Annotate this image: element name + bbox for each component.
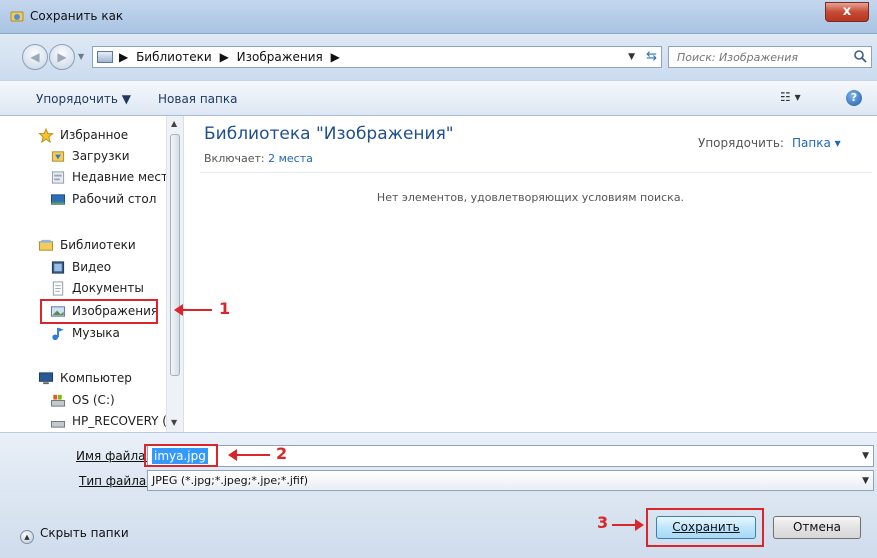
- view-options-icon[interactable]: ☷ ▾: [780, 90, 801, 104]
- search-input[interactable]: [669, 47, 839, 67]
- new-folder-button[interactable]: Новая папка: [158, 92, 237, 106]
- music-icon: [52, 327, 64, 341]
- highlight-pictures-box: [40, 299, 158, 324]
- nav-label: OS (C:): [72, 393, 115, 407]
- nav-label: Документы: [72, 281, 144, 295]
- organize-menu[interactable]: Упорядочить ▼: [36, 92, 131, 106]
- library-title: Библиотека "Изображения": [204, 124, 454, 144]
- hide-folders-label: Скрыть папки: [40, 526, 129, 540]
- documents-icon: [52, 281, 64, 296]
- computer-icon: [38, 372, 54, 385]
- scroll-down-icon[interactable]: ▼: [171, 418, 177, 427]
- breadcrumb-separator-icon[interactable]: ▶: [331, 50, 340, 64]
- filetype-dropdown-icon[interactable]: ▼: [862, 476, 869, 486]
- nav-label: Библиотеки: [60, 238, 136, 252]
- libraries-icon: [38, 239, 54, 251]
- search-field[interactable]: [668, 46, 872, 68]
- command-toolbar: Упорядочить ▼ Новая папка ☷ ▾ ?: [0, 80, 877, 116]
- collapse-up-icon: ▲: [20, 530, 34, 544]
- window-title: Сохранить как: [30, 9, 124, 23]
- filetype-value: JPEG (*.jpg;*.jpeg;*.jpe;*.jfif): [152, 474, 309, 487]
- filename-input[interactable]: imya.jpg ▼: [147, 445, 874, 467]
- divider: [200, 172, 872, 173]
- includes-locations-link[interactable]: 2 места: [268, 152, 313, 165]
- nav-label: Загрузки: [72, 149, 130, 163]
- highlight-save-box: [646, 508, 764, 547]
- library-includes: Включает: 2 места: [204, 152, 313, 165]
- hide-folders-button[interactable]: ▲ Скрыть папки: [20, 526, 129, 544]
- file-list-area[interactable]: Библиотека "Изображения" Включает: 2 мес…: [184, 116, 877, 432]
- navigation-scrollbar[interactable]: ▲ ▼: [166, 116, 183, 432]
- navigation-pane: Избранное Загрузки Недавние места Рабочи…: [18, 116, 184, 432]
- breadcrumb: ▶ Библиотеки ▶ Изображения ▶: [119, 50, 344, 64]
- highlight-filename-box: [144, 444, 218, 467]
- folder-app-icon: [10, 11, 24, 22]
- scrollbar-thumb[interactable]: [170, 134, 180, 376]
- breadcrumb-separator-icon[interactable]: ▶: [220, 50, 229, 64]
- close-button[interactable]: x: [825, 2, 869, 22]
- arrow-1-icon: [174, 304, 212, 316]
- nav-label: Рабочий стол: [72, 192, 157, 206]
- nav-label: HP_RECOVERY (I: [72, 414, 171, 428]
- scroll-up-icon[interactable]: ▲: [171, 119, 177, 128]
- forward-arrow-icon: ▶: [57, 50, 67, 64]
- path-dropdown-icon[interactable]: ▼: [628, 52, 635, 62]
- forward-button[interactable]: ▶: [49, 44, 75, 70]
- breadcrumb-separator-icon[interactable]: ▶: [119, 50, 128, 64]
- cancel-button[interactable]: Отмена: [773, 516, 861, 539]
- downloads-icon: [51, 151, 65, 162]
- library-icon: [97, 51, 113, 63]
- recent-places-icon: [51, 171, 65, 184]
- annotation-number-2: 2: [276, 444, 288, 463]
- annotation-number-1: 1: [219, 299, 231, 318]
- filetype-select[interactable]: JPEG (*.jpg;*.jpeg;*.jpe;*.jfif) ▼: [147, 470, 874, 491]
- search-icon[interactable]: [853, 49, 867, 63]
- star-icon: [38, 128, 54, 143]
- nav-label: Избранное: [60, 128, 129, 142]
- arrange-by: Упорядочить: Папка ▾: [698, 136, 841, 150]
- back-button[interactable]: ◀: [22, 44, 48, 70]
- breadcrumb-libraries[interactable]: Библиотеки: [136, 50, 212, 64]
- filetype-label: Тип файла:: [79, 474, 151, 488]
- drive-icon: [50, 421, 66, 428]
- arrange-dropdown[interactable]: Папка ▾: [792, 136, 841, 150]
- arrow-3-icon: [612, 519, 644, 531]
- filename-label: Имя файла:: [76, 449, 150, 463]
- path-field[interactable]: ▶ Библиотеки ▶ Изображения ▶ ▼ ⇆: [92, 46, 662, 68]
- includes-label: Включает:: [204, 152, 265, 165]
- nav-label: Музыка: [72, 326, 120, 340]
- empty-message: Нет элементов, удовлетворяющих условиям …: [376, 191, 685, 204]
- address-bar: ◀ ▶ ▼ ▶ Библиотеки ▶ Изображения ▶ ▼ ⇆: [0, 34, 877, 80]
- filename-dropdown-icon[interactable]: ▼: [862, 451, 869, 461]
- annotation-number-3: 3: [597, 513, 609, 532]
- refresh-icon[interactable]: ⇆: [646, 49, 657, 64]
- nav-label: Компьютер: [60, 371, 132, 385]
- drive-icon: [50, 394, 66, 407]
- video-icon: [51, 261, 65, 274]
- arrange-label: Упорядочить:: [698, 136, 784, 150]
- history-dropdown-icon[interactable]: ▼: [78, 52, 84, 61]
- arrow-2-icon: [228, 449, 270, 461]
- nav-label: Недавние места: [72, 170, 176, 184]
- title-bar: Сохранить как x: [0, 0, 877, 34]
- breadcrumb-pictures[interactable]: Изображения: [237, 50, 323, 64]
- nav-label: Видео: [72, 260, 112, 274]
- help-icon[interactable]: ?: [846, 90, 862, 106]
- desktop-icon: [50, 194, 66, 205]
- back-arrow-icon: ◀: [30, 50, 40, 64]
- save-fields-panel: Имя файла: imya.jpg ▼ Тип файла: JPEG (*…: [0, 432, 877, 492]
